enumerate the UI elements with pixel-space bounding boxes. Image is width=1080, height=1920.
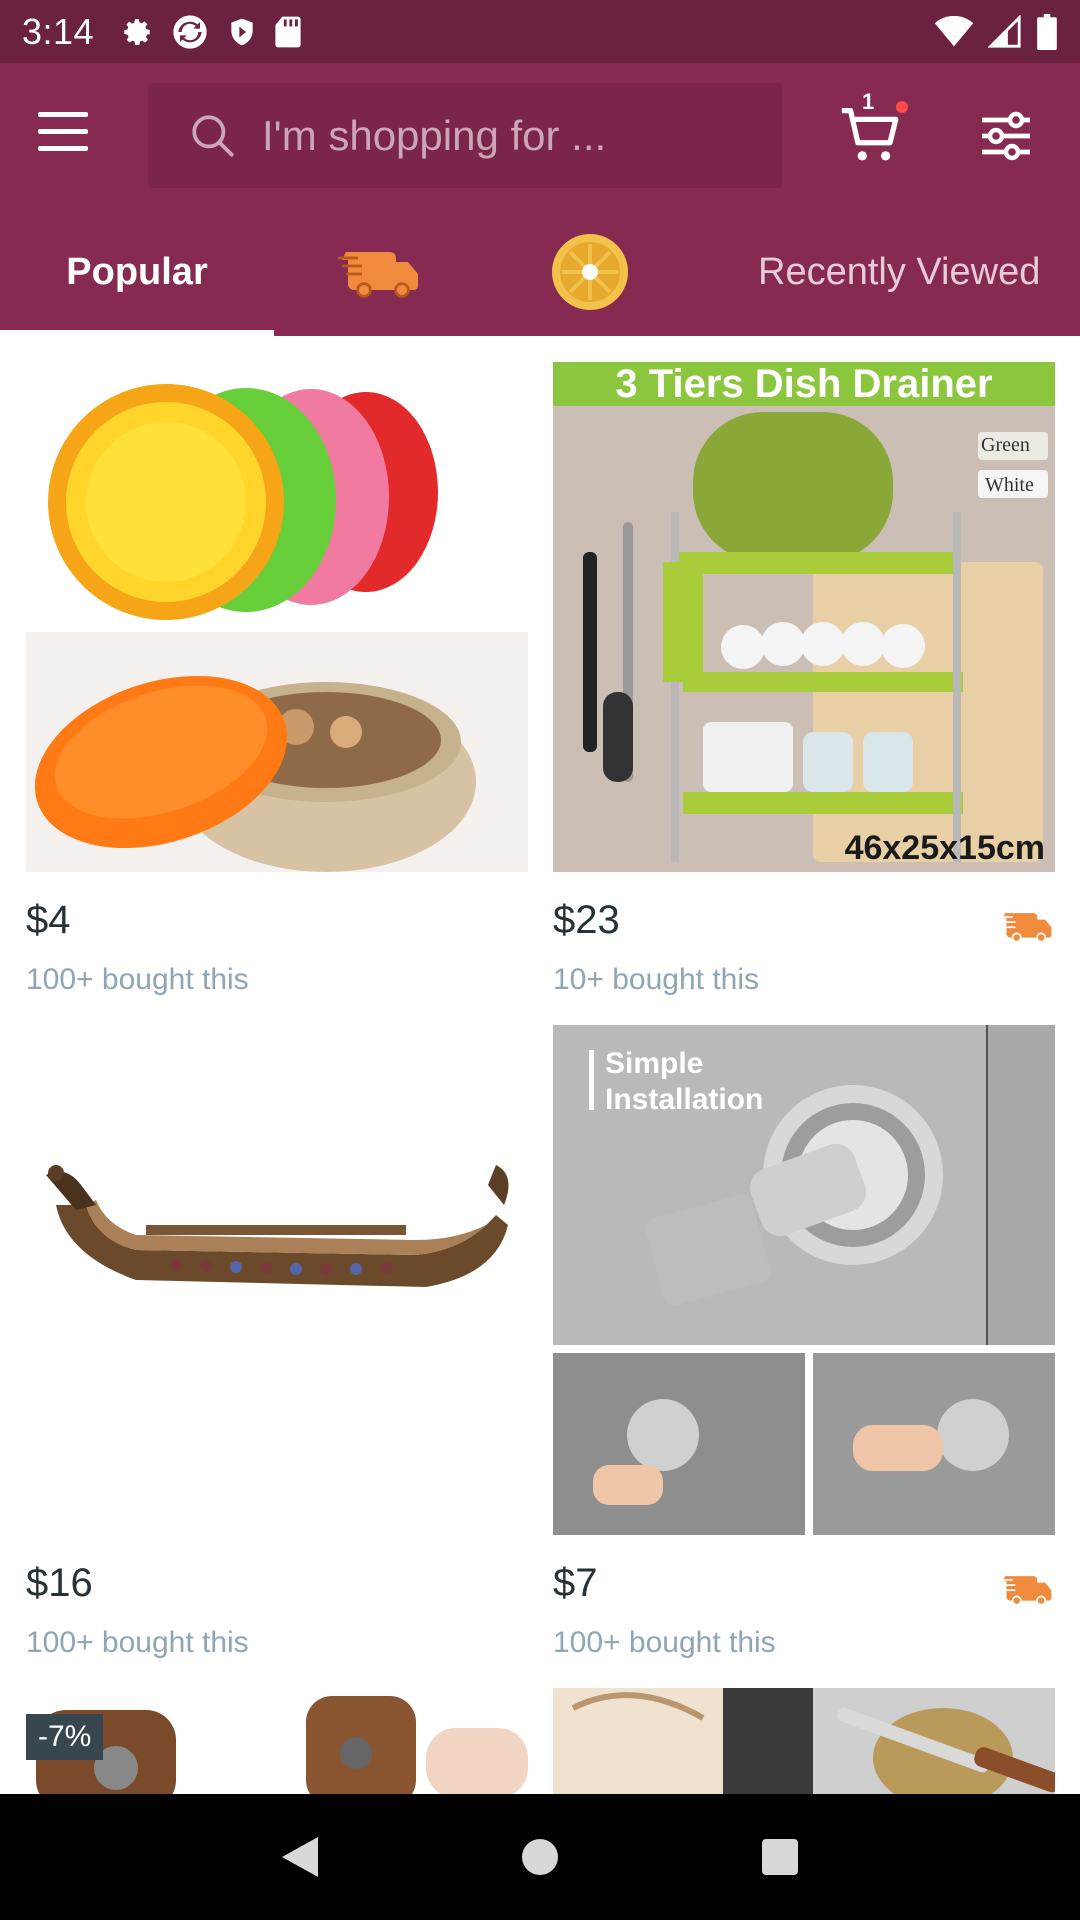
settings-gear-icon: [124, 18, 151, 45]
image-color-green-label: Green: [981, 434, 1030, 456]
product-price: $23: [553, 898, 620, 942]
image-size-label: 46x25x15cm: [844, 829, 1045, 867]
cart-notification-dot: [896, 101, 908, 113]
cart-button[interactable]: 1: [836, 89, 916, 173]
menu-button[interactable]: [38, 101, 108, 161]
daily-coin-icon: [552, 234, 628, 310]
wifi-icon: [934, 15, 974, 46]
product-card[interactable]: $4 100+ bought this: [26, 362, 528, 997]
product-card[interactable]: $16 100+ bought this: [26, 1025, 528, 1660]
search-icon: [192, 114, 234, 157]
status-time: 3:14: [22, 10, 95, 52]
product-image: [553, 1688, 1055, 1794]
tab-popular-label: Popular: [66, 250, 208, 293]
hamburger-icon-line: [38, 128, 88, 134]
image-caption-line2: Installation: [605, 1083, 764, 1116]
discount-badge: -7%: [26, 1714, 104, 1760]
product-card[interactable]: 3 Tiers Dish Drainer Green White 46x25x1…: [553, 362, 1055, 997]
system-navigation-bar: [0, 1794, 1080, 1920]
recents-square-icon: [762, 1839, 798, 1875]
product-card[interactable]: [553, 1688, 1055, 1794]
product-bought-count: 100+ bought this: [26, 963, 249, 996]
hamburger-icon-line: [38, 111, 88, 117]
image-caption-line1: Simple: [605, 1047, 704, 1080]
sd-card-icon: [275, 16, 301, 47]
category-tabs: Popular Recently Viewed: [0, 208, 1080, 336]
home-circle-icon: [522, 1839, 558, 1875]
home-button[interactable]: [510, 1827, 570, 1887]
tab-recently-viewed-label: Recently Viewed: [758, 250, 1041, 293]
product-bought-count: 100+ bought this: [553, 1626, 776, 1659]
search-bar[interactable]: [148, 83, 782, 188]
product-bought-count: 10+ bought this: [553, 963, 760, 996]
app-screen: 3:14 1 Pop: [0, 0, 1080, 1920]
image-color-white-label: White: [985, 474, 1034, 496]
status-notification-icons: [120, 12, 302, 52]
search-input[interactable]: [262, 111, 762, 160]
tab-daily-deals[interactable]: [530, 208, 650, 336]
product-price: $16: [26, 1561, 93, 1605]
image-overlay-title: 3 Tiers Dish Drainer: [615, 362, 993, 406]
battery-icon: [1037, 13, 1057, 50]
product-card[interactable]: Simple Installation $7 100+ bought this: [553, 1025, 1055, 1660]
cart-count: 1: [862, 89, 875, 114]
tab-recently-viewed[interactable]: Recently Viewed: [740, 208, 1080, 336]
shipping-truck-icon: [338, 252, 418, 298]
sync-app-icon: [173, 14, 207, 49]
filter-sliders-icon[interactable]: [978, 111, 1034, 161]
cell-signal-icon: [988, 14, 1021, 48]
product-price: $4: [26, 898, 71, 942]
product-grid: $4 100+ bought this 3 Tiers Dish Drainer…: [0, 336, 1080, 1794]
tab-fast-shipping[interactable]: [320, 208, 440, 336]
product-image: [26, 362, 528, 872]
product-image: [26, 1025, 528, 1535]
back-button[interactable]: [270, 1827, 330, 1887]
product-bought-count: 100+ bought this: [26, 1626, 249, 1659]
status-bar: 3:14: [0, 0, 1080, 63]
tab-popular[interactable]: Popular: [0, 208, 274, 336]
shield-icon: [231, 18, 253, 45]
product-image: Simple Installation: [553, 1025, 1055, 1535]
app-bar: 1: [0, 63, 1080, 208]
product-price: $7: [553, 1561, 598, 1605]
fast-shipping-truck-icon: [1000, 913, 1052, 943]
hamburger-icon-line: [38, 145, 88, 151]
recents-button[interactable]: [750, 1827, 810, 1887]
status-system-icons: [934, 13, 1058, 50]
back-triangle-icon: [282, 1837, 318, 1877]
product-image: 3 Tiers Dish Drainer Green White 46x25x1…: [553, 362, 1055, 872]
fast-shipping-truck-icon: [1000, 1576, 1052, 1606]
